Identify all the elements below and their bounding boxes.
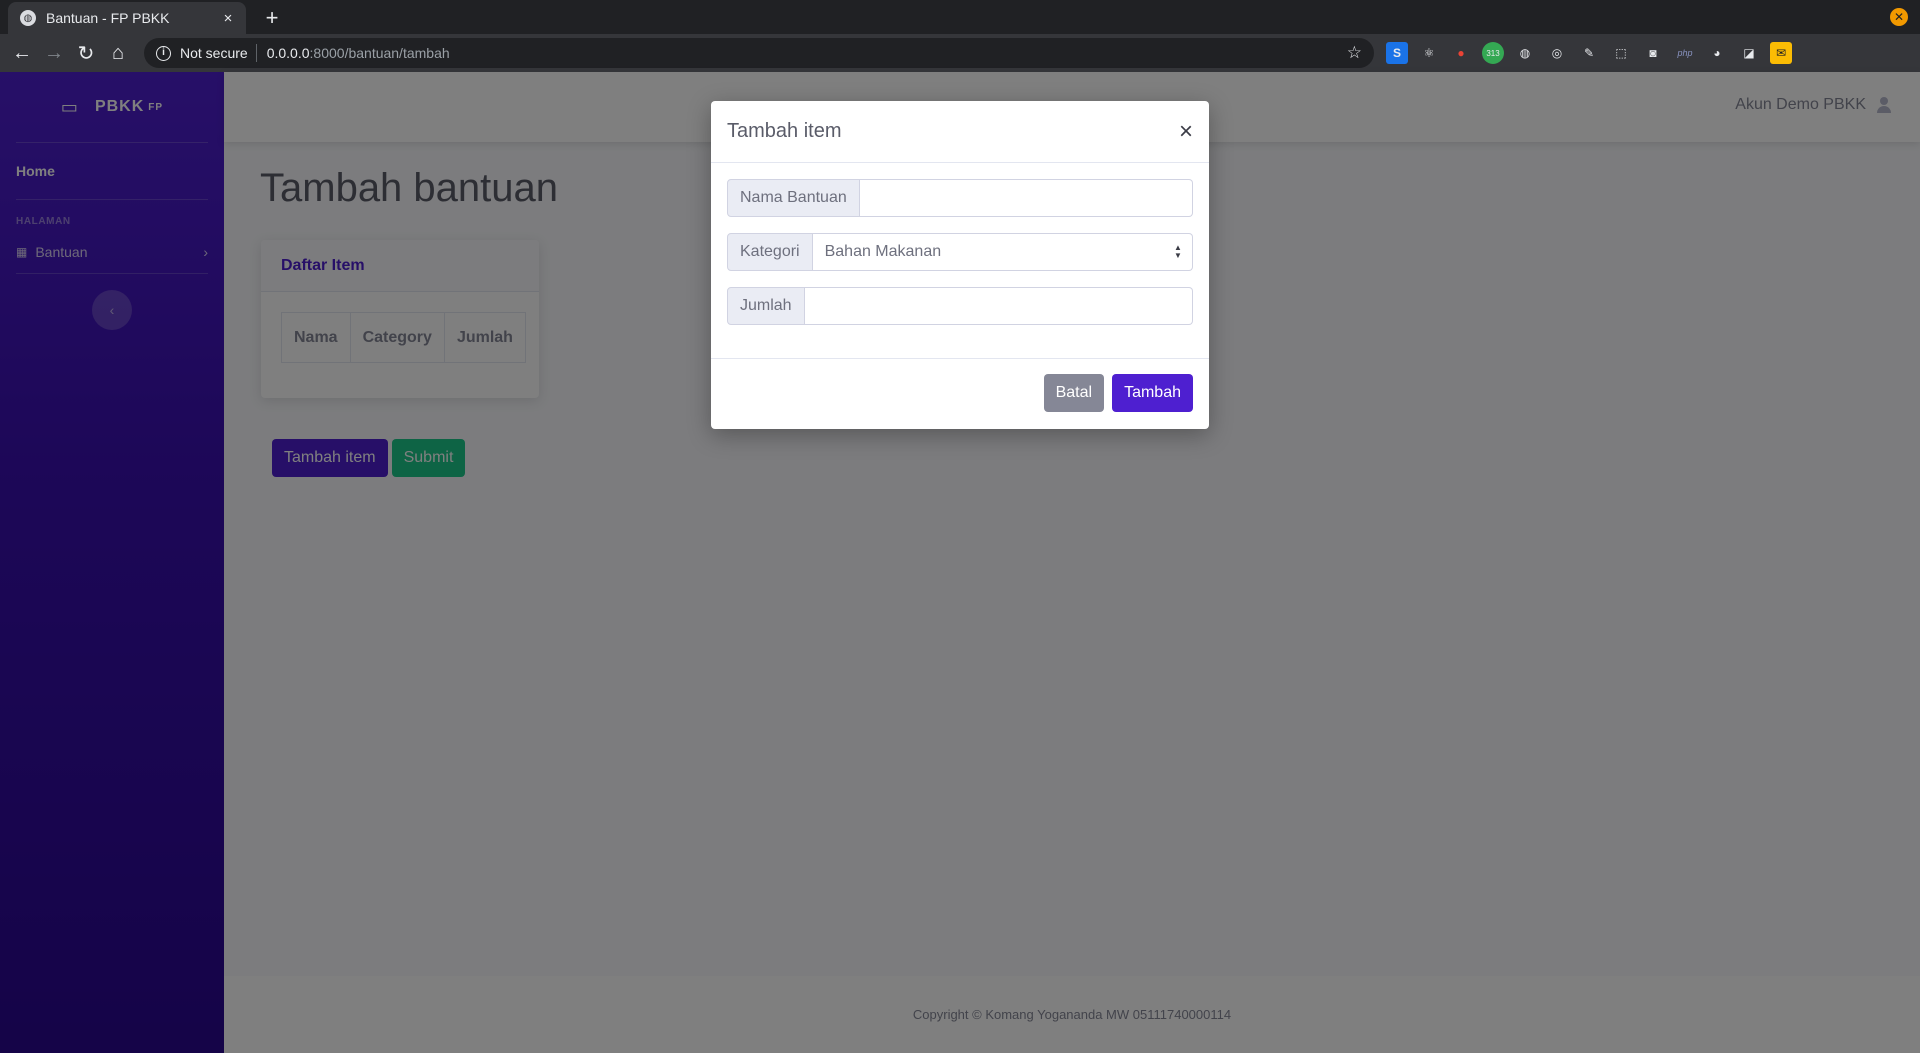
extension-icon[interactable]: ◎ (1546, 42, 1568, 64)
tab-close-icon[interactable]: × (220, 10, 236, 27)
extension-icon[interactable]: ⚛ (1418, 42, 1440, 64)
back-arrow-icon[interactable]: ← (6, 37, 38, 69)
extension-icon[interactable]: 313 (1482, 42, 1504, 64)
extension-icon[interactable]: ✉ (1770, 42, 1792, 64)
extension-icon[interactable]: S (1386, 42, 1408, 64)
security-label: Not secure (180, 45, 248, 61)
close-icon[interactable]: × (1179, 119, 1193, 144)
globe-icon: ◍ (20, 10, 36, 26)
url-path: :8000/bantuan/tambah (309, 45, 450, 61)
browser-tab[interactable]: ◍ Bantuan - FP PBKK × (8, 2, 246, 34)
kategori-selected-value: Bahan Makanan (824, 243, 942, 260)
confirm-add-button[interactable]: Tambah (1112, 374, 1193, 412)
modal-body: Nama Bantuan Kategori Bahan Makanan ▲ ▼ J… (711, 163, 1209, 359)
extension-icon[interactable]: ◪ (1738, 42, 1760, 64)
jumlah-label: Jumlah (727, 287, 805, 325)
browser-toolbar: ← → ↻ ⌂ i Not secure 0.0.0.0 :8000/bantu… (0, 34, 1920, 72)
forward-arrow-icon[interactable]: → (38, 37, 70, 69)
window-close-icon[interactable]: ✕ (1890, 8, 1908, 26)
modal-footer: Batal Tambah (711, 359, 1209, 427)
cancel-button[interactable]: Batal (1043, 374, 1105, 412)
info-icon[interactable]: i (156, 45, 171, 61)
jumlah-group: Jumlah (727, 287, 1193, 325)
address-bar[interactable]: i Not secure 0.0.0.0 :8000/bantuan/tamba… (144, 38, 1374, 68)
omnibox-divider (255, 44, 257, 62)
kategori-group: Kategori Bahan Makanan ▲ ▼ (727, 233, 1193, 271)
nama-bantuan-input[interactable] (859, 179, 1193, 217)
browser-tab-strip: ◍ Bantuan - FP PBKK × + ✕ (0, 0, 1920, 34)
extension-icon[interactable]: ● (1450, 42, 1472, 64)
extensions-bar: S ⚛ ● 313 ◍ ◎ ✎ ⬚ ◙ php ◕ ◪ ✉ (1386, 42, 1792, 64)
nama-bantuan-group: Nama Bantuan (727, 179, 1193, 217)
extension-icon[interactable]: php (1674, 42, 1696, 64)
extension-icon[interactable]: ⬚ (1610, 42, 1632, 64)
new-tab-button[interactable]: + (258, 4, 286, 32)
bookmark-star-icon[interactable]: ☆ (1347, 43, 1362, 63)
modal-title: Tambah item (727, 120, 842, 142)
home-icon[interactable]: ⌂ (102, 37, 134, 69)
extension-icon[interactable]: ✎ (1578, 42, 1600, 64)
extension-icon[interactable]: ◕ (1706, 42, 1728, 64)
select-arrows-icon: ▲ ▼ (1174, 243, 1182, 260)
jumlah-input[interactable] (804, 287, 1193, 325)
modal-header: Tambah item × (711, 101, 1209, 163)
reload-icon[interactable]: ↻ (70, 37, 102, 69)
extension-icon[interactable]: ◙ (1642, 42, 1664, 64)
kategori-label: Kategori (727, 233, 813, 271)
url-host: 0.0.0.0 (266, 45, 310, 61)
nama-bantuan-label: Nama Bantuan (727, 179, 860, 217)
nav-buttons: ← → ↻ ⌂ (6, 37, 134, 69)
kategori-select[interactable]: Bahan Makanan ▲ ▼ (812, 233, 1193, 271)
extension-icon[interactable]: ◍ (1514, 42, 1536, 64)
add-item-modal: Tambah item × Nama Bantuan Kategori Baha… (711, 101, 1209, 429)
tab-title: Bantuan - FP PBKK (46, 10, 170, 26)
